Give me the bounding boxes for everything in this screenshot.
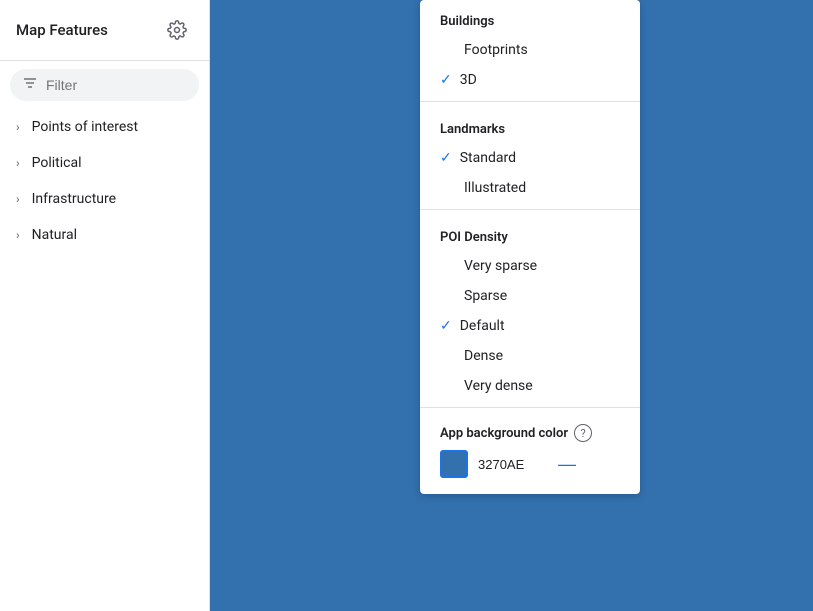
dropdown-item-illustrated[interactable]: Illustrated xyxy=(420,173,640,203)
buildings-section-label: Buildings xyxy=(420,0,640,35)
chevron-right-icon: › xyxy=(16,120,20,134)
footprints-label: Footprints xyxy=(464,42,528,58)
sidebar: Map Features › Points of interest › Poli… xyxy=(0,0,210,611)
filter-icon xyxy=(22,75,38,95)
sidebar-item-label: Points of interest xyxy=(32,119,138,135)
help-icon[interactable]: ? xyxy=(574,424,592,442)
dropdown-item-standard[interactable]: ✓ Standard xyxy=(420,143,640,173)
sidebar-item-label: Natural xyxy=(32,227,77,243)
dropdown-panel: Buildings Footprints ✓ 3D Landmarks ✓ St… xyxy=(420,0,640,494)
filter-bar[interactable] xyxy=(10,69,199,101)
sidebar-item-infrastructure[interactable]: › Infrastructure xyxy=(0,181,209,217)
sidebar-item-poi[interactable]: › Points of interest xyxy=(0,109,209,145)
bg-color-section: App background color ? — xyxy=(420,414,640,482)
dropdown-item-sparse[interactable]: Sparse xyxy=(420,281,640,311)
chevron-right-icon: › xyxy=(16,228,20,242)
chevron-right-icon: › xyxy=(16,192,20,206)
sidebar-title: Map Features xyxy=(16,21,108,39)
divider-3 xyxy=(420,407,640,408)
check-icon: ✓ xyxy=(440,150,452,166)
color-swatch[interactable] xyxy=(440,450,468,478)
color-input-row: — xyxy=(440,450,620,478)
3d-label: 3D xyxy=(460,72,477,88)
dropdown-item-very-sparse[interactable]: Very sparse xyxy=(420,251,640,281)
help-text: ? xyxy=(580,427,585,440)
gear-icon xyxy=(167,20,187,40)
divider-2 xyxy=(420,209,640,210)
dropdown-item-default[interactable]: ✓ Default xyxy=(420,311,640,341)
gear-button[interactable] xyxy=(161,14,193,46)
dropdown-item-dense[interactable]: Dense xyxy=(420,341,640,371)
dropdown-item-very-dense[interactable]: Very dense xyxy=(420,371,640,401)
dropdown-item-footprints[interactable]: Footprints xyxy=(420,35,640,65)
illustrated-label: Illustrated xyxy=(464,180,526,196)
dropdown-item-3d[interactable]: ✓ 3D xyxy=(420,65,640,95)
check-icon: ✓ xyxy=(440,72,452,88)
dense-label: Dense xyxy=(464,348,503,364)
divider-1 xyxy=(420,101,640,102)
chevron-right-icon: › xyxy=(16,156,20,170)
sidebar-item-political[interactable]: › Political xyxy=(0,145,209,181)
very-sparse-label: Very sparse xyxy=(464,258,537,274)
filter-input[interactable] xyxy=(46,77,227,93)
sparse-label: Sparse xyxy=(464,288,507,304)
map-area: Buildings Footprints ✓ 3D Landmarks ✓ St… xyxy=(210,0,813,611)
check-icon: ✓ xyxy=(440,318,452,334)
very-dense-label: Very dense xyxy=(464,378,533,394)
landmarks-section-label: Landmarks xyxy=(420,108,640,143)
sidebar-header: Map Features xyxy=(0,0,209,61)
standard-label: Standard xyxy=(460,150,516,166)
sidebar-item-natural[interactable]: › Natural xyxy=(0,217,209,253)
sidebar-item-label: Political xyxy=(32,155,82,171)
default-label: Default xyxy=(460,318,505,334)
sidebar-item-label: Infrastructure xyxy=(32,191,116,207)
color-clear-button[interactable]: — xyxy=(558,455,576,473)
color-value-input[interactable] xyxy=(478,457,548,472)
bg-color-label: App background color xyxy=(440,426,568,441)
bg-color-label-row: App background color ? xyxy=(440,424,620,442)
poi-density-section-label: POI Density xyxy=(420,216,640,251)
